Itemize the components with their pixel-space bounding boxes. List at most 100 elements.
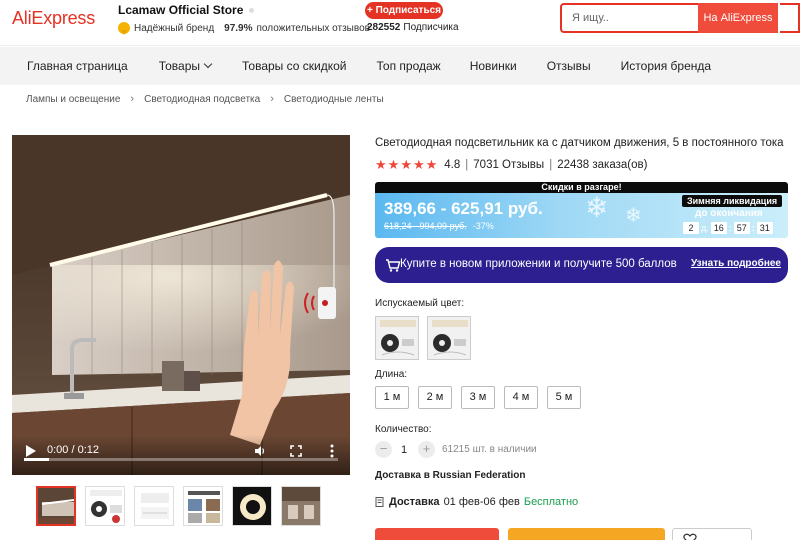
chevron-right-icon: › bbox=[130, 93, 135, 105]
positive-percent: 97.9% bbox=[224, 22, 253, 34]
countdown-timer: 2 д. 16 : 57 : 31 bbox=[681, 222, 775, 234]
more-options-icon[interactable] bbox=[330, 443, 334, 459]
promo-banner: Скидки в разгаре! ❄ ❄ 389,66 - 625,91 ру… bbox=[375, 182, 788, 238]
old-price-row: 618,24 - 994,09 руб. -37% bbox=[384, 221, 494, 231]
nav-brand-story[interactable]: История бренда bbox=[621, 59, 711, 73]
volume-icon[interactable] bbox=[254, 445, 266, 457]
breadcrumb-item[interactable]: Светодиодная подсветка bbox=[144, 94, 260, 105]
promo-header: Скидки в разгаре! bbox=[375, 182, 788, 193]
stock-count: 61215 шт. в наличии bbox=[442, 444, 537, 455]
length-option[interactable]: 2 м bbox=[418, 386, 452, 409]
countdown-label: до окончания bbox=[695, 208, 763, 219]
video-frame bbox=[12, 135, 350, 475]
medal-icon bbox=[118, 22, 130, 35]
positive-label: положительных отзывов bbox=[256, 22, 370, 34]
color-option[interactable] bbox=[427, 316, 471, 360]
search-input[interactable]: Я ищу.. bbox=[560, 3, 700, 33]
add-to-cart-button[interactable] bbox=[508, 528, 665, 540]
video-progress-fill bbox=[24, 458, 50, 461]
store-status-dot bbox=[249, 8, 255, 14]
nav-discount[interactable]: Товары со скидкой bbox=[242, 59, 346, 73]
star-icon: ★ bbox=[425, 157, 438, 172]
length-option[interactable]: 4 м bbox=[504, 386, 538, 409]
product-video[interactable]: 0:00 / 0:12 bbox=[12, 135, 350, 475]
video-controls: 0:00 / 0:12 bbox=[12, 435, 350, 475]
search-camera-area[interactable] bbox=[780, 3, 800, 33]
followers-label: Подписчика bbox=[403, 22, 459, 33]
fullscreen-icon[interactable] bbox=[290, 445, 302, 457]
separator: | bbox=[549, 159, 553, 171]
color-option[interactable] bbox=[375, 316, 419, 360]
old-price: 618,24 - 994,09 руб. bbox=[384, 221, 467, 231]
color-label: Испускаемый цвет: bbox=[375, 298, 465, 309]
star-icon: ★ bbox=[400, 157, 412, 172]
store-name-row: Lcamaw Official Store bbox=[118, 3, 370, 17]
thumbnail[interactable] bbox=[281, 486, 321, 526]
heart-icon bbox=[683, 533, 697, 540]
chevron-right-icon: › bbox=[270, 93, 274, 105]
thumbnail[interactable] bbox=[232, 486, 272, 526]
store-info: Lcamaw Official Store Надёжный бренд 97.… bbox=[118, 3, 370, 35]
nav-top[interactable]: Топ продаж bbox=[377, 59, 441, 73]
video-progress-bar[interactable] bbox=[24, 458, 338, 461]
orders-count: 22438 заказа(ов) bbox=[557, 159, 648, 171]
thumbnail[interactable] bbox=[85, 486, 125, 526]
product-title: Светодиодная подсветильник ка с датчиком… bbox=[375, 137, 784, 149]
quantity-label: Количество: bbox=[375, 424, 432, 435]
play-icon[interactable] bbox=[26, 445, 36, 457]
nav-products[interactable]: Товары bbox=[159, 59, 213, 73]
subscribe-button[interactable]: + Подписаться bbox=[365, 2, 443, 19]
promo-price-area: ❄ ❄ 389,66 - 625,91 руб. 618,24 - 994,09… bbox=[375, 192, 788, 238]
timer-colon: : bbox=[751, 223, 755, 233]
timer-colon: : bbox=[728, 223, 732, 233]
timer-hours: 16 bbox=[710, 222, 727, 234]
brand-badge: Надёжный бренд bbox=[134, 22, 215, 34]
thumbnail[interactable] bbox=[134, 486, 174, 526]
breadcrumb-item[interactable]: Лампы и освещение bbox=[26, 94, 120, 105]
buy-now-button[interactable] bbox=[375, 528, 499, 540]
nav-new[interactable]: Новинки bbox=[470, 59, 517, 73]
chevron-down-icon bbox=[203, 59, 213, 69]
rating-row: ★ ★ ★ ★ ★ 4.8 | 7031 Отзывы | 22438 заказа(о… bbox=[375, 157, 647, 173]
followers-count: 282552 bbox=[367, 22, 401, 33]
store-nav: Главная страница Товары Товары со скидко… bbox=[0, 47, 800, 85]
store-name[interactable]: Lcamaw Official Store bbox=[118, 3, 243, 17]
snowflake-icon: ❄ bbox=[625, 205, 642, 227]
followers: 282552 Подписчика bbox=[367, 22, 459, 33]
star-icon: ★ bbox=[375, 157, 387, 172]
shipping-title[interactable]: Доставка в Russian Federation bbox=[375, 470, 525, 481]
nav-top-label: Топ продаж bbox=[376, 59, 441, 73]
quantity-value[interactable]: 1 bbox=[401, 444, 407, 456]
winter-sale-badge: Зимняя ликвидация bbox=[682, 195, 783, 207]
nav-brand-story-label: История бренда bbox=[620, 59, 712, 73]
separator: | bbox=[465, 159, 469, 171]
length-option[interactable]: 3 м bbox=[461, 386, 495, 409]
nav-discount-label: Товары со скидкой bbox=[242, 59, 347, 73]
breadcrumb-item[interactable]: Светодиодные ленты bbox=[284, 94, 384, 105]
delivery-icon bbox=[375, 496, 384, 507]
delivery-label: Доставка bbox=[389, 496, 440, 508]
wishlist-button[interactable] bbox=[672, 528, 752, 540]
app-promo-link[interactable]: Узнать подробнее bbox=[691, 258, 781, 269]
length-label: Длина: bbox=[375, 369, 408, 380]
star-icon: ★ bbox=[412, 157, 425, 172]
thumbnail[interactable] bbox=[36, 486, 76, 526]
aliexpress-logo[interactable]: AliExpress bbox=[12, 8, 95, 29]
timer-days-label: д. bbox=[701, 223, 709, 233]
length-option[interactable]: 1 м bbox=[375, 386, 409, 409]
nav-reviews-label: Отзывы bbox=[546, 59, 591, 73]
length-option[interactable]: 5 м bbox=[547, 386, 581, 409]
thumbnail[interactable] bbox=[183, 486, 223, 526]
timer-days: 2 bbox=[683, 222, 699, 234]
quantity-increase-button[interactable]: + bbox=[418, 441, 435, 458]
rating-value: 4.8 bbox=[444, 159, 461, 171]
snowflake-icon: ❄ bbox=[585, 192, 609, 223]
delivery-price: Бесплатно bbox=[523, 496, 579, 508]
breadcrumb: Лампы и освещение › Светодиодная подсвет… bbox=[26, 93, 384, 105]
quantity-decrease-button[interactable]: − bbox=[375, 441, 392, 458]
reviews-count[interactable]: 7031 Отзывы bbox=[473, 159, 544, 171]
nav-home[interactable]: Главная страница bbox=[27, 59, 128, 73]
search-button[interactable]: На AliExpress bbox=[698, 3, 778, 33]
nav-reviews[interactable]: Отзывы bbox=[547, 59, 591, 73]
app-promo-banner[interactable]: Купите в новом приложении и получите 500… bbox=[375, 247, 788, 283]
